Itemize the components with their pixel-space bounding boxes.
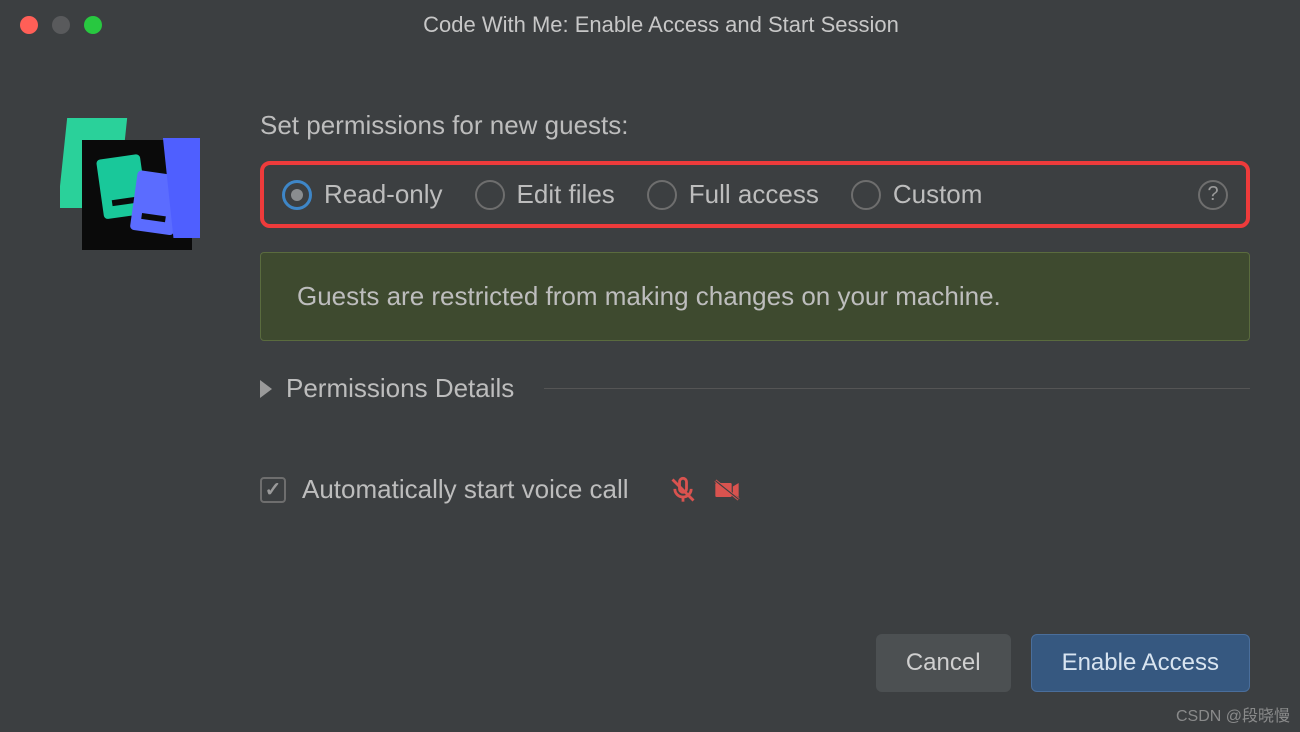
dialog-buttons: Cancel Enable Access — [876, 634, 1250, 692]
radio-indicator-icon — [282, 180, 312, 210]
video-off-icon[interactable] — [713, 476, 741, 504]
logo-column — [60, 110, 260, 505]
radio-label: Custom — [893, 179, 983, 210]
voice-call-row: Automatically start voice call — [260, 474, 1250, 505]
radio-label: Read-only — [324, 179, 443, 210]
permissions-details-expander[interactable]: Permissions Details — [260, 373, 1250, 404]
divider — [544, 388, 1250, 389]
code-with-me-logo-icon — [60, 110, 200, 250]
titlebar: Code With Me: Enable Access and Start Se… — [0, 0, 1300, 50]
permission-info-box: Guests are restricted from making change… — [260, 252, 1250, 341]
watermark: CSDN @段晓慢 — [1176, 702, 1290, 726]
radio-indicator-icon — [851, 180, 881, 210]
radio-edit-files[interactable]: Edit files — [475, 179, 615, 210]
dialog-content: Set permissions for new guests: Read-onl… — [0, 50, 1300, 525]
auto-start-voice-checkbox[interactable] — [260, 477, 286, 503]
maximize-window-button[interactable] — [84, 16, 102, 34]
chevron-right-icon — [260, 380, 272, 398]
window-controls — [20, 16, 102, 34]
checkbox-label: Automatically start voice call — [302, 474, 629, 505]
radio-indicator-icon — [647, 180, 677, 210]
window-title: Code With Me: Enable Access and Start Se… — [102, 12, 1220, 38]
radio-label: Full access — [689, 179, 819, 210]
permissions-heading: Set permissions for new guests: — [260, 110, 1250, 141]
permissions-radio-group: Read-only Edit files Full access Custom … — [260, 161, 1250, 228]
radio-label: Edit files — [517, 179, 615, 210]
radio-indicator-icon — [475, 180, 505, 210]
expander-label: Permissions Details — [286, 373, 514, 404]
microphone-muted-icon[interactable] — [669, 476, 697, 504]
close-window-button[interactable] — [20, 16, 38, 34]
main-column: Set permissions for new guests: Read-onl… — [260, 110, 1260, 505]
radio-read-only[interactable]: Read-only — [282, 179, 443, 210]
radio-custom[interactable]: Custom — [851, 179, 983, 210]
help-icon[interactable]: ? — [1198, 180, 1228, 210]
radio-full-access[interactable]: Full access — [647, 179, 819, 210]
minimize-window-button[interactable] — [52, 16, 70, 34]
enable-access-button[interactable]: Enable Access — [1031, 634, 1250, 692]
cancel-button[interactable]: Cancel — [876, 634, 1011, 692]
